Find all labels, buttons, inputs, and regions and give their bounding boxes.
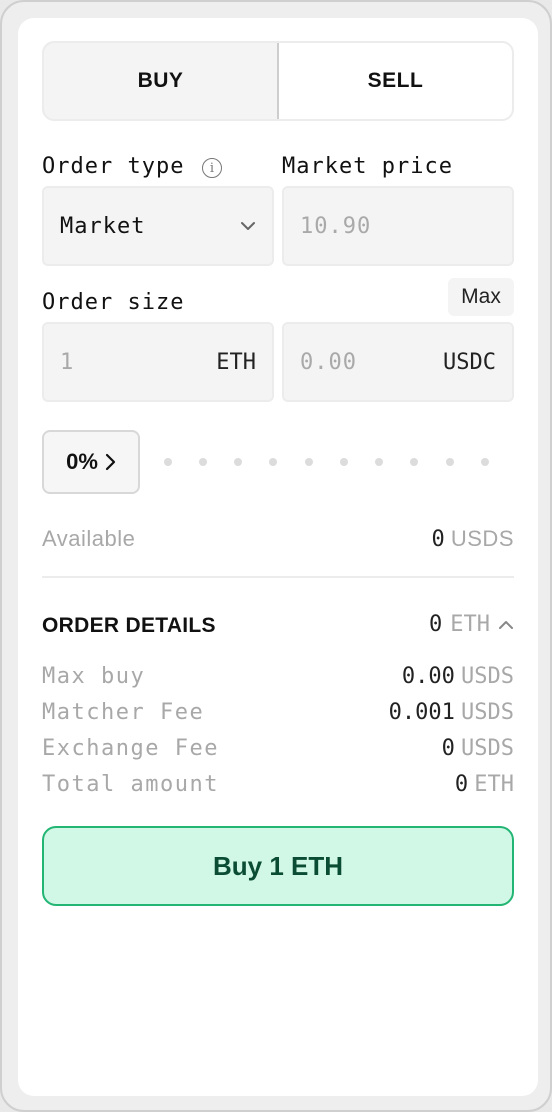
max-button[interactable]: Max bbox=[448, 278, 514, 316]
slider-dot[interactable] bbox=[164, 458, 172, 466]
percent-value: 0% bbox=[66, 449, 98, 474]
detail-unit: USDS bbox=[461, 664, 514, 689]
slider-dot[interactable] bbox=[446, 458, 454, 466]
detail-row-exchange-fee: Exchange Fee 0 USDS bbox=[42, 730, 514, 766]
order-details-title: ORDER DETAILS bbox=[42, 614, 216, 637]
order-details-list: Max buy 0.00 USDS Matcher Fee 0.001 USDS… bbox=[42, 658, 514, 802]
detail-label: Total amount bbox=[42, 771, 219, 797]
order-type-label: Order type bbox=[42, 154, 184, 179]
detail-label: Matcher Fee bbox=[42, 699, 205, 725]
available-balance: 0 USDS bbox=[432, 526, 515, 552]
slider-dot[interactable] bbox=[481, 458, 489, 466]
app-frame: BUY SELL Order type i Market Market pric… bbox=[0, 0, 552, 1112]
detail-unit: USDS bbox=[461, 736, 514, 761]
quote-amount-field[interactable]: 0.00 USDC bbox=[282, 322, 514, 402]
order-size-label: Order size bbox=[42, 290, 185, 315]
detail-value: 0.00 bbox=[401, 664, 455, 689]
detail-amount: 0 USDS bbox=[442, 735, 514, 761]
slider-dot[interactable] bbox=[340, 458, 348, 466]
market-price-label: Market price bbox=[282, 154, 453, 179]
market-price-placeholder: 10.90 bbox=[300, 213, 372, 239]
chevron-up-icon bbox=[499, 620, 513, 629]
detail-label: Exchange Fee bbox=[42, 735, 219, 761]
slider-dot[interactable] bbox=[375, 458, 383, 466]
detail-label: Max buy bbox=[42, 663, 146, 689]
info-icon-glyph: i bbox=[209, 160, 215, 176]
detail-row-matcher-fee: Matcher Fee 0.001 USDS bbox=[42, 694, 514, 730]
available-value: 0 bbox=[431, 527, 445, 552]
base-unit: ETH bbox=[216, 349, 256, 375]
market-price-field[interactable]: 10.90 bbox=[282, 186, 514, 266]
order-details-toggle[interactable]: 0 ETH bbox=[429, 612, 514, 637]
order-type-value: Market bbox=[60, 213, 146, 239]
detail-unit: USDS bbox=[461, 700, 514, 725]
detail-value: 0 bbox=[441, 736, 455, 761]
buy-submit-button[interactable]: Buy 1 ETH bbox=[42, 826, 514, 906]
tab-sell[interactable]: SELL bbox=[279, 43, 512, 119]
slider-dot[interactable] bbox=[199, 458, 207, 466]
chevron-right-icon bbox=[105, 453, 115, 471]
slider-dot[interactable] bbox=[269, 458, 277, 466]
quote-amount-placeholder: 0.00 bbox=[300, 349, 357, 375]
available-unit: USDS bbox=[450, 526, 514, 551]
detail-amount: 0 ETH bbox=[455, 771, 514, 797]
side-tabs: BUY SELL bbox=[42, 41, 514, 121]
detail-value: 0 bbox=[454, 772, 469, 797]
detail-row-max-buy: Max buy 0.00 USDS bbox=[42, 658, 514, 694]
quote-unit: USDC bbox=[443, 349, 496, 375]
detail-row-total-amount: Total amount 0 ETH bbox=[42, 766, 514, 802]
base-amount-field[interactable]: 1 ETH bbox=[42, 322, 274, 402]
detail-amount: 0.00 USDS bbox=[402, 663, 514, 689]
percent-button[interactable]: 0% bbox=[42, 430, 140, 494]
order-details-summary-unit: ETH bbox=[450, 612, 490, 637]
available-label: Available bbox=[42, 526, 136, 551]
order-type-label-text: Order type bbox=[42, 154, 185, 179]
detail-value: 0.001 bbox=[388, 700, 455, 725]
divider bbox=[42, 576, 514, 578]
slider-dot[interactable] bbox=[305, 458, 313, 466]
trade-panel: BUY SELL Order type i Market Market pric… bbox=[18, 18, 538, 1096]
detail-amount: 0.001 USDS bbox=[389, 699, 514, 725]
slider-dot[interactable] bbox=[234, 458, 242, 466]
chevron-down-icon bbox=[241, 222, 255, 230]
tab-buy[interactable]: BUY bbox=[44, 43, 279, 119]
base-amount-placeholder: 1 bbox=[60, 349, 74, 375]
detail-unit: ETH bbox=[474, 772, 514, 797]
order-type-select[interactable]: Market bbox=[42, 186, 274, 266]
slider-dot[interactable] bbox=[410, 458, 418, 466]
order-details-summary-value: 0 bbox=[429, 612, 443, 637]
info-icon[interactable]: i bbox=[202, 158, 222, 178]
